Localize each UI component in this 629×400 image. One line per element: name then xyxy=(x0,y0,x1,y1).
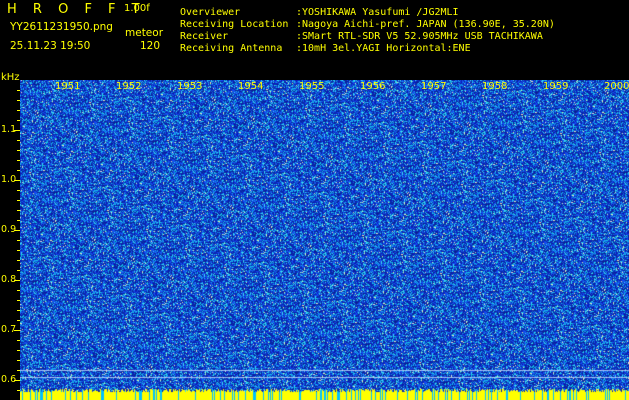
y-minor-tick xyxy=(17,360,20,361)
y-minor-tick xyxy=(17,300,20,301)
y-minor-tick xyxy=(17,340,20,341)
receiver-value: :SMart RTL-SDR V5 52.905MHz USB TACHIKAW… xyxy=(296,31,543,42)
x-tick-label: 1959 xyxy=(543,81,569,92)
y-minor-tick xyxy=(17,110,20,111)
y-minor-tick xyxy=(17,390,20,391)
y-minor-tick xyxy=(17,120,20,121)
overviewer-value: :YOSHIKAWA Yasufumi /JG2MLI xyxy=(296,7,459,18)
y-minor-tick xyxy=(17,310,20,311)
count-label: 120 xyxy=(140,40,161,52)
y-minor-tick xyxy=(17,180,20,181)
x-tick-label: 1957 xyxy=(421,81,447,92)
y-minor-tick xyxy=(17,90,20,91)
y-minor-tick xyxy=(17,130,20,131)
overviewer-key: Overviewer xyxy=(180,7,241,18)
x-tick-label: 1951 xyxy=(55,81,81,92)
y-minor-tick xyxy=(17,150,20,151)
y-minor-tick xyxy=(17,230,20,231)
y-minor-tick xyxy=(17,290,20,291)
y-minor-tick xyxy=(17,370,20,371)
x-tick-label: 1956 xyxy=(360,81,386,92)
spectrogram-waterfall xyxy=(20,80,629,400)
antenna-key: Receiving Antenna xyxy=(180,43,283,54)
y-minor-tick xyxy=(17,220,20,221)
y-minor-tick xyxy=(17,190,20,191)
location-value: :Nagoya Aichi-pref. JAPAN (136.90E, 35.2… xyxy=(296,19,555,30)
y-minor-tick xyxy=(17,140,20,141)
y-minor-tick xyxy=(17,170,20,171)
y-minor-tick xyxy=(17,200,20,201)
location-key: Receiving Location xyxy=(180,19,289,30)
y-minor-tick xyxy=(17,320,20,321)
version-label: 1.00f xyxy=(124,3,150,14)
y-minor-tick xyxy=(17,240,20,241)
x-tick-label: 1955 xyxy=(299,81,325,92)
y-minor-tick xyxy=(17,100,20,101)
y-minor-tick xyxy=(17,210,20,211)
x-tick-label: 1954 xyxy=(238,81,264,92)
x-tick-label: 1953 xyxy=(177,81,203,92)
y-minor-tick xyxy=(17,330,20,331)
receiver-key: Receiver xyxy=(180,31,229,42)
y-minor-tick xyxy=(17,250,20,251)
y-minor-tick xyxy=(17,280,20,281)
x-tick-label: 1952 xyxy=(116,81,142,92)
x-tick-label: 2000 xyxy=(604,81,629,92)
filename-label: YY2611231950.png xyxy=(10,21,113,33)
datetime-label: 25.11.23 19:50 xyxy=(10,40,91,52)
y-minor-tick xyxy=(17,260,20,261)
mode-label: meteor xyxy=(125,27,164,39)
y-minor-tick xyxy=(17,160,20,161)
y-minor-tick xyxy=(17,270,20,271)
antenna-value: :10mH 3el.YAGI Horizontal:ENE xyxy=(296,43,471,54)
y-minor-tick xyxy=(17,380,20,381)
y-axis-unit: kHz xyxy=(1,72,20,83)
x-tick-label: 1958 xyxy=(482,81,508,92)
y-minor-tick xyxy=(17,350,20,351)
